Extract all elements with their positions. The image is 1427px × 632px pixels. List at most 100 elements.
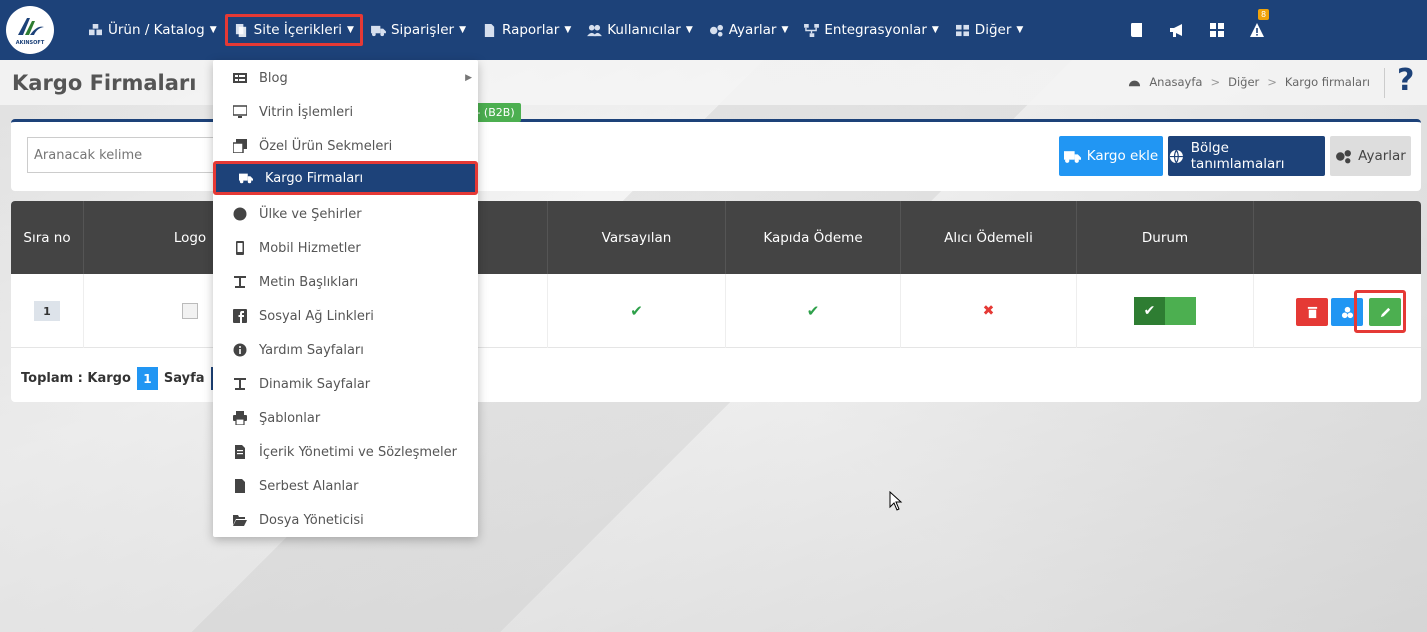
nav-item-label: Raporlar (502, 22, 560, 38)
announcements-button[interactable] (1157, 0, 1197, 60)
menu-item-yardim-sayfalari[interactable]: Yardım Sayfaları (213, 333, 478, 367)
menu-item-icerik-yonetimi[interactable]: İçerik Yönetimi ve Sözleşmeler (213, 435, 478, 469)
nav-item-entegrasyonlar[interactable]: Entegrasyonlar ▼ (796, 14, 946, 46)
facebook-icon (233, 309, 247, 323)
cubes-icon (1341, 306, 1353, 318)
menu-item-sablonlar[interactable]: Şablonlar (213, 401, 478, 435)
menu-item-label: Vitrin İşlemleri (259, 104, 354, 120)
edit-button-highlight (1354, 290, 1406, 333)
help-divider (1384, 68, 1385, 98)
nav-item-diger[interactable]: Diğer ▼ (947, 14, 1032, 46)
menu-item-mobil-hizmetler[interactable]: Mobil Hizmetler (213, 231, 478, 265)
menu-item-label: Özel Ürün Sekmeleri (259, 138, 393, 154)
dashboard-gauge-icon (1129, 80, 1141, 86)
nav-item-siparisler[interactable]: Siparişler ▼ (363, 14, 474, 46)
dashboard-button[interactable] (1197, 0, 1237, 60)
nav-item-site-icerikleri[interactable]: Site İçerikleri ▼ (224, 14, 363, 46)
breadcrumb-current: Kargo firmaları (1284, 75, 1370, 89)
menu-item-dosya-yoneticisi[interactable]: Dosya Yöneticisi (213, 503, 478, 537)
menu-item-vitrin-islemleri[interactable]: Vitrin İşlemleri (213, 95, 478, 129)
column-header-sira[interactable]: Sıra no (11, 201, 84, 274)
nav-item-kullanicilar[interactable]: Kullanıcılar ▼ (579, 14, 701, 46)
table-footer: Toplam : Kargo 1 Sayfa 1 - (21, 367, 243, 390)
akinsoft-logo-icon (18, 17, 44, 35)
truck-icon (239, 173, 253, 184)
menu-item-label: Blog (259, 70, 288, 86)
breadcrumb-separator: > (1267, 75, 1277, 89)
nav-item-label: Ürün / Katalog (108, 22, 205, 38)
menu-item-label: Ülke ve Şehirler (259, 206, 362, 222)
add-kargo-button[interactable]: Kargo ekle (1059, 136, 1163, 176)
menu-item-serbest-alanlar[interactable]: Serbest Alanlar (213, 469, 478, 503)
check-icon: ✔ (630, 302, 643, 320)
menu-item-label: Yardım Sayfaları (259, 342, 364, 358)
nav-right-icons: 8 (1117, 0, 1277, 60)
menu-item-metin-basliklari[interactable]: Metin Başlıkları (213, 265, 478, 299)
nav-item-label: Kullanıcılar (607, 22, 681, 38)
nav-item-label: Entegrasyonlar (824, 22, 927, 38)
list-icon (233, 73, 247, 83)
menu-item-ozel-urun-sekmeleri[interactable]: Özel Ürün Sekmeleri (213, 129, 478, 163)
book-button[interactable] (1117, 0, 1157, 60)
breadcrumb-home[interactable]: Anasayfa (1149, 75, 1202, 89)
users-icon (587, 24, 603, 36)
brand-logo[interactable]: AKINSOFT (6, 6, 54, 54)
text-height-icon (234, 276, 246, 288)
column-header-alici-odemeli[interactable]: Alıcı Ödemeli (901, 201, 1077, 274)
menu-item-label: Dinamik Sayfalar (259, 376, 371, 392)
menu-item-ulke-ve-sehirler[interactable]: Ülke ve Şehirler (213, 197, 478, 231)
menu-item-label: Sosyal Ağ Linkleri (259, 308, 374, 324)
megaphone-icon (1170, 24, 1182, 37)
status-toggle[interactable]: ✔ (1134, 297, 1196, 325)
files-icon (235, 23, 246, 37)
cross-icon: ✖ (982, 303, 995, 319)
nav-item-ayarlar[interactable]: Ayarlar ▼ (701, 14, 797, 46)
column-header-durum[interactable]: Durum (1077, 201, 1254, 274)
file-icon (235, 479, 245, 493)
cell-alici-odemeli: ✖ (901, 274, 1077, 348)
region-definitions-button[interactable]: Bölge tanımlamaları (1168, 136, 1325, 176)
book-icon (1131, 23, 1142, 37)
add-kargo-label: Kargo ekle (1086, 148, 1159, 164)
menu-item-dinamik-sayfalar[interactable]: Dinamik Sayfalar (213, 367, 478, 401)
folder-open-icon (233, 515, 247, 526)
warnings-button[interactable]: 8 (1237, 0, 1277, 60)
toggle-track (1165, 297, 1196, 325)
search-input[interactable] (27, 137, 217, 173)
mouse-cursor-icon (889, 491, 903, 511)
menu-item-sosyal-ag-linkleri[interactable]: Sosyal Ağ Linkleri (213, 299, 478, 333)
text-height-icon (234, 378, 246, 390)
truck-icon (1063, 150, 1081, 163)
caret-right-icon: ▶ (465, 73, 472, 83)
breadcrumb-diger[interactable]: Diğer (1228, 75, 1259, 89)
menu-item-label: Mobil Hizmetler (259, 240, 361, 256)
menu-item-label: Kargo Firmaları (265, 170, 364, 186)
cell-kapida-odeme: ✔ (726, 274, 901, 348)
column-header-kapida-odeme[interactable]: Kapıda Ödeme (726, 201, 901, 274)
settings-button[interactable]: Ayarlar (1330, 136, 1411, 176)
cell-sira: 1 (11, 274, 84, 348)
window-icon (233, 139, 247, 153)
total-label: Toplam : Kargo (21, 371, 131, 386)
region-definitions-label: Bölge tanımlamaları (1190, 140, 1285, 172)
nav-item-label: Site İçerikleri (253, 22, 343, 38)
menu-item-label: Serbest Alanlar (259, 478, 359, 494)
globe-icon (1169, 149, 1183, 164)
caret-down-icon: ▼ (347, 25, 354, 35)
delete-button[interactable] (1296, 298, 1328, 326)
dashboard-icon (1210, 23, 1224, 37)
nav-item-raporlar[interactable]: Raporlar ▼ (474, 14, 579, 46)
nav-item-label: Siparişler (390, 22, 455, 38)
cubes-icon (89, 23, 102, 35)
column-header-varsayilan[interactable]: Varsayılan (548, 201, 726, 274)
caret-down-icon: ▼ (459, 25, 466, 35)
menu-item-blog[interactable]: Blog ▶ (213, 61, 478, 95)
menu-item-kargo-firmalari[interactable]: Kargo Firmaları (213, 161, 478, 195)
page-label: Sayfa (163, 371, 205, 386)
warning-count-badge: 8 (1258, 9, 1270, 20)
globe-icon (233, 207, 247, 221)
help-icon[interactable]: ? (1397, 63, 1414, 98)
nav-item-urun-katalog[interactable]: Ürün / Katalog ▼ (80, 14, 225, 46)
caret-down-icon: ▼ (931, 25, 939, 35)
top-navbar: AKINSOFT Ürün / Katalog ▼ Site İçerikleri… (0, 0, 1427, 60)
